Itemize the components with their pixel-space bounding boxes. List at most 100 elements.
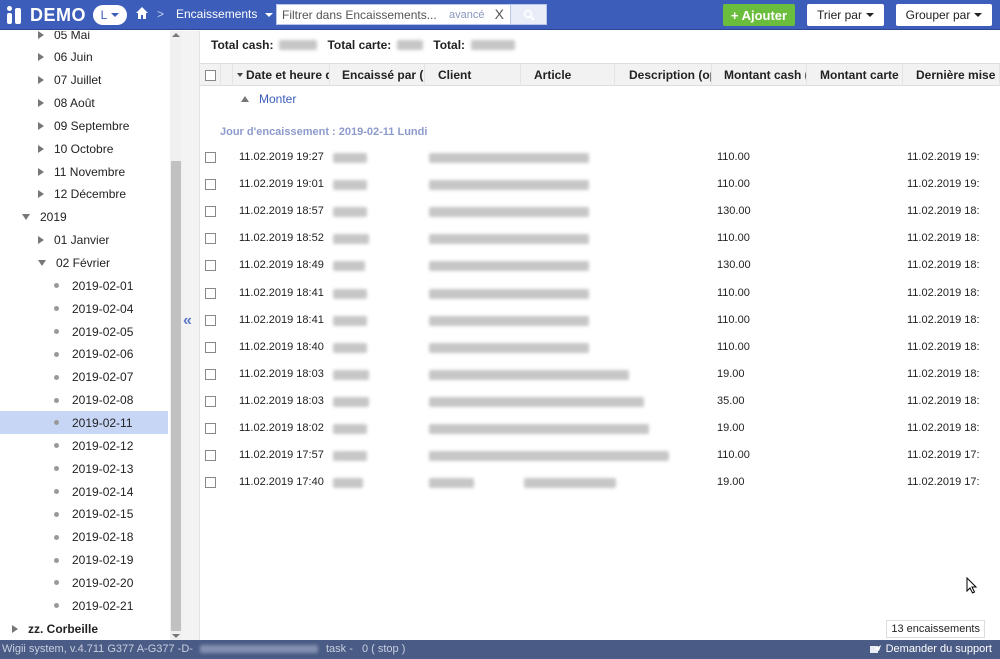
collapse-panel-bar[interactable] [182,31,200,640]
support-link[interactable]: Demander du support [869,643,992,655]
column-header-card-amount[interactable]: Montant carte c [807,64,903,86]
tree-scrollbar[interactable] [170,31,182,640]
tree-item[interactable]: 2019-02-04 [0,297,168,320]
expand-icon[interactable] [38,167,44,176]
row-checkbox[interactable] [205,368,216,380]
row-checkbox[interactable] [205,287,216,299]
scroll-up-icon[interactable] [172,33,180,37]
row-checkbox[interactable] [205,314,216,326]
cell-cashed-by [333,424,367,434]
table-row[interactable]: 11.02.2019 18:41 110.00 11.02.2019 18: [200,280,1000,307]
table-row[interactable]: 11.02.2019 18:57 130.00 11.02.2019 18: [200,198,1000,225]
tree-item[interactable]: 11 Novembre [0,160,168,183]
tree-item[interactable]: 10 Octobre [0,137,168,160]
tree-item[interactable]: 2019-02-06 [0,343,168,366]
bullet-icon [54,466,59,472]
expand-icon[interactable] [38,190,44,199]
row-checkbox[interactable] [205,152,216,163]
expand-icon[interactable] [38,144,44,153]
tree-item[interactable]: 09 Septembre [0,114,168,137]
table-row[interactable]: 11.02.2019 18:40 110.00 11.02.2019 18: [200,334,1000,361]
scroll-thumb[interactable] [171,161,181,631]
expand-icon[interactable] [38,31,44,39]
go-up-link[interactable]: Monter [241,92,296,106]
collapse-icon[interactable] [38,260,46,266]
tree-item[interactable]: 2019 [0,206,168,229]
module-menu-button[interactable]: Encaissements [176,7,273,21]
tree-item[interactable]: 2019-02-20 [0,571,168,594]
tree-item[interactable]: 2019-02-05 [0,320,168,343]
tree-item[interactable]: 07 Juillet [0,69,168,92]
row-checkbox[interactable] [205,206,216,218]
expand-icon[interactable] [12,624,18,633]
collapse-icon[interactable] [22,214,30,221]
top-bar: DEMO L > Encaissements avancé X + Ajoute… [0,0,1000,30]
tree-item[interactable]: 01 Janvier [0,229,168,252]
tree-item-label: 09 Septembre [54,118,130,133]
column-header-cash-amount[interactable]: Montant cash ( [712,64,807,86]
row-checkbox[interactable] [205,233,216,245]
expand-icon[interactable] [38,76,44,85]
scroll-down-icon[interactable] [172,634,180,638]
task-count[interactable]: 0 ( stop ) [362,643,405,655]
support-label: Demander du support [885,643,992,655]
user-menu-button[interactable]: L [93,5,127,25]
row-checkbox[interactable] [205,179,216,191]
column-header-last-update[interactable]: Dernière mise à [903,64,1000,86]
column-header-client[interactable]: Client [425,64,521,86]
tree-item[interactable]: 2019-02-14 [0,480,168,503]
tree-item[interactable]: zz. Corbeille [0,617,168,640]
tree-item[interactable]: 2019-02-07 [0,366,168,389]
tree-item[interactable]: 2019-02-12 [0,434,168,457]
row-checkbox[interactable] [205,423,216,434]
tree-item[interactable]: 02 Février [0,252,168,275]
table-row[interactable]: 11.02.2019 19:01 110.00 11.02.2019 19: [200,171,1000,198]
column-header-description[interactable]: Description (op [615,64,712,86]
row-checkbox[interactable] [205,341,216,353]
tree-item[interactable]: 06 Juin [0,46,168,69]
expand-icon[interactable] [38,99,44,108]
column-header-article[interactable]: Article [521,64,615,86]
column-client-label: Client [438,68,472,82]
tree-item[interactable]: 08 Août [0,92,168,115]
table-row[interactable]: 11.02.2019 18:03 35.00 11.02.2019 18: [200,388,1000,415]
add-button[interactable]: + Ajouter [723,4,795,26]
search-input[interactable] [277,7,447,22]
table-row[interactable]: 11.02.2019 18:03 19.00 11.02.2019 18: [200,361,1000,388]
sort-by-button[interactable]: Trier par [807,4,884,26]
row-checkbox[interactable] [205,260,216,272]
row-checkbox[interactable] [205,450,216,462]
table-row[interactable]: 11.02.2019 18:02 19.00 11.02.2019 18: [200,415,1000,442]
tree-item[interactable]: 2019-02-15 [0,503,168,526]
table-row[interactable]: 11.02.2019 18:49 130.00 11.02.2019 18: [200,252,1000,279]
search-button[interactable] [510,4,547,25]
table-row[interactable]: 11.02.2019 17:40 19.00 11.02.2019 17: [200,469,1000,496]
tree-item[interactable]: 2019-02-19 [0,549,168,572]
column-header-date[interactable]: Date et heure d' [233,64,330,86]
group-by-button[interactable]: Grouper par [896,4,992,26]
tree-item[interactable]: 2019-02-08 [0,389,168,412]
table-row[interactable]: 11.02.2019 19:27 110.00 11.02.2019 19: [200,144,1000,171]
tree-item[interactable]: 05 Mai [0,31,168,46]
row-checkbox[interactable] [205,477,216,489]
table-row[interactable]: 11.02.2019 18:41 110.00 11.02.2019 18: [200,307,1000,334]
column-header-cashed-by[interactable]: Encaissé par (u [330,64,425,86]
app-logo[interactable]: DEMO [6,4,86,26]
collapse-left-icon[interactable]: « [183,312,192,330]
tree-item[interactable]: 2019-02-21 [0,594,168,617]
table-row[interactable]: 11.02.2019 17:57 110.00 11.02.2019 17: [200,442,1000,469]
tree-item[interactable]: 2019-02-01 [0,274,168,297]
home-icon[interactable] [135,6,149,20]
tree-item[interactable]: 2019-02-18 [0,526,168,549]
tree-item[interactable]: 12 Décembre [0,183,168,206]
clear-search-button[interactable]: X [495,6,504,22]
expand-icon[interactable] [38,236,44,245]
expand-icon[interactable] [38,53,44,62]
select-all-checkbox[interactable] [204,69,216,81]
table-row[interactable]: 11.02.2019 18:52 110.00 11.02.2019 18: [200,225,1000,252]
advanced-search-link[interactable]: avancé [449,9,484,21]
expand-icon[interactable] [38,121,44,130]
row-checkbox[interactable] [205,395,216,407]
tree-item[interactable]: 2019-02-11 [0,411,168,435]
tree-item[interactable]: 2019-02-13 [0,457,168,480]
